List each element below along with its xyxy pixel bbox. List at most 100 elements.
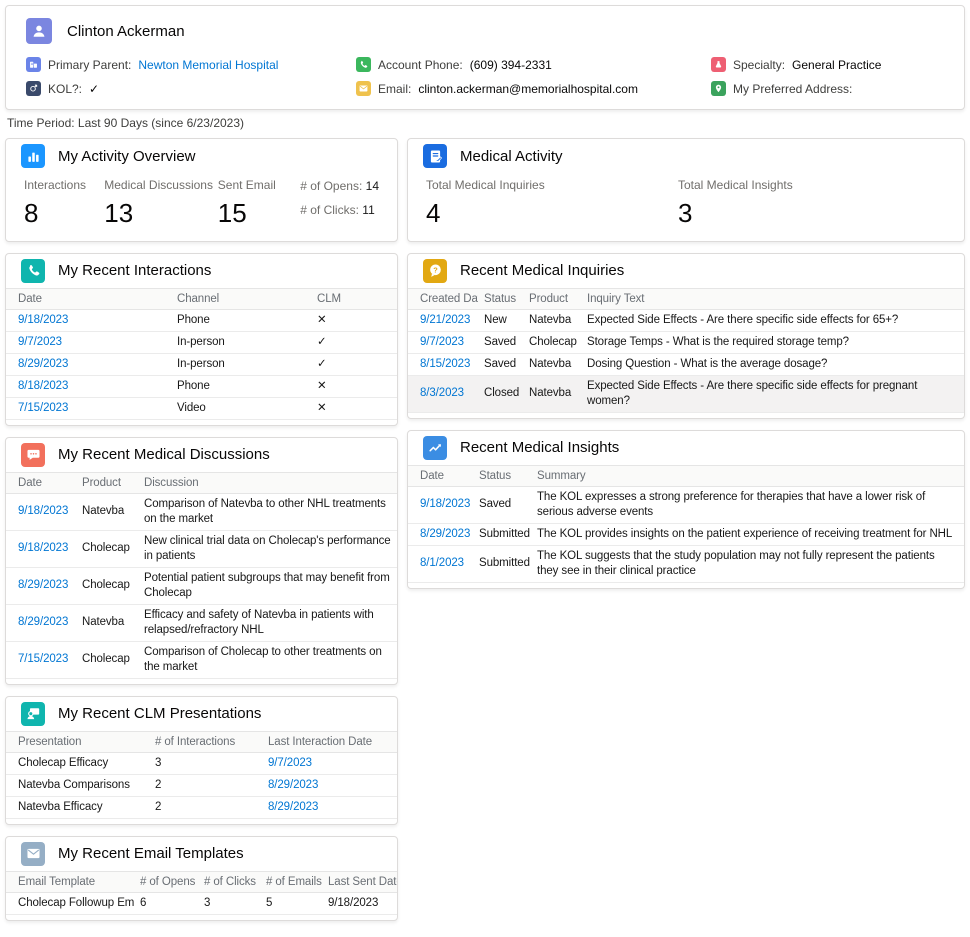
table-cell: Phone — [171, 309, 311, 331]
primary-parent-link[interactable]: Newton Memorial Hospital — [138, 58, 278, 72]
table-cell: Saved — [478, 331, 523, 353]
profile-detail-grid: Primary Parent: Newton Memorial Hospital… — [26, 57, 944, 96]
table-row: 8/29/2023NatevbaEfficacy and safety of N… — [6, 604, 397, 641]
card-title: Recent Medical Inquiries — [460, 262, 624, 279]
chat-icon — [21, 443, 45, 467]
date-link[interactable]: 9/7/2023 — [420, 336, 464, 348]
metric-value: 3 — [678, 199, 793, 228]
table-row: 8/18/2023 Phone✕ — [6, 375, 397, 397]
column-header: Summary — [531, 465, 964, 486]
date-link[interactable]: 9/7/2023 — [268, 757, 312, 769]
date-link[interactable]: 8/29/2023 — [268, 801, 318, 813]
card-recent-interactions: My Recent Interactions Date Channel CLM … — [5, 253, 398, 426]
card-title: Recent Medical Insights — [460, 439, 619, 456]
field-primary-parent: Primary Parent: Newton Memorial Hospital — [26, 57, 356, 72]
table-cell: 9/18/2023 — [408, 486, 473, 523]
date-link[interactable]: 9/18/2023 — [18, 314, 68, 326]
table-cell: Storage Temps - What is the required sto… — [581, 331, 964, 353]
column-header: CLM — [311, 288, 397, 309]
date-link[interactable]: 9/18/2023 — [18, 542, 68, 554]
column-header: # of Interactions — [149, 731, 262, 752]
table-cell: 8/29/2023 — [6, 604, 76, 641]
dashboard-page: Clinton Ackerman Primary Parent: Newton … — [0, 0, 970, 937]
table-cell: 9/18/2023 — [6, 309, 171, 331]
time-period-text: Time Period: Last 90 Days (since 6/23/20… — [7, 116, 963, 130]
table-header-row: Presentation # of Interactions Last Inte… — [6, 731, 397, 752]
table-cell: 9/7/2023 — [6, 331, 171, 353]
field-account-phone: Account Phone: (609) 394-2331 — [356, 57, 711, 72]
metric-interactions: Interactions 8 — [24, 178, 104, 228]
table-cell: Natevba — [76, 604, 138, 641]
table-row: 9/7/2023SavedCholecapStorage Temps - Wha… — [408, 331, 964, 353]
table-cell: 9/21/2023 — [408, 309, 478, 331]
svg-text:?: ? — [433, 265, 438, 274]
field-label: Specialty: — [733, 58, 785, 72]
table-cell: 8/29/2023 — [262, 796, 397, 818]
card-medical-activity: Medical Activity Total Medical Inquiries… — [407, 138, 965, 242]
table-cell: 8/29/2023 — [6, 567, 76, 604]
table-cell: Cholecap — [76, 567, 138, 604]
date-link[interactable]: 8/15/2023 — [420, 358, 470, 370]
table-cell: 5 — [260, 892, 322, 914]
inquiries-table: Created Date Status Product Inquiry Text… — [408, 288, 964, 413]
column-header: Date — [6, 472, 76, 493]
table-row: 8/29/2023In-person✓ — [6, 353, 397, 375]
table-cell: 8/29/2023 — [262, 774, 397, 796]
date-link[interactable]: 8/29/2023 — [18, 579, 68, 591]
date-link[interactable]: 8/29/2023 — [18, 358, 68, 370]
column-header: Product — [523, 288, 581, 309]
column-header: Email Template — [6, 871, 134, 892]
kol-value: ✓ — [89, 82, 99, 96]
table-cell: 9/18/2023 — [322, 892, 397, 914]
table-cell: ✓ — [311, 331, 397, 353]
medical-activity-metrics: Total Medical Inquiries 4 Total Medical … — [408, 173, 964, 241]
field-preferred-address: My Preferred Address: — [711, 81, 944, 96]
column-header: Presentation — [6, 731, 149, 752]
table-cell: Dosing Question - What is the average do… — [581, 353, 964, 375]
activity-metrics: Interactions 8 Medical Discussions 13 Se… — [6, 173, 397, 241]
account-phone-value: (609) 394-2331 — [470, 58, 552, 72]
card-title: My Recent Medical Discussions — [58, 446, 270, 463]
table-cell: Expected Side Effects - Are there specif… — [581, 309, 964, 331]
table-cell: Cholecap — [76, 641, 138, 678]
table-header-row: Date Status Summary — [408, 465, 964, 486]
date-link[interactable]: 7/15/2023 — [18, 402, 68, 414]
table-cell: Natevba — [76, 493, 138, 530]
date-link[interactable]: 9/18/2023 — [420, 498, 470, 510]
date-link[interactable]: 8/1/2023 — [420, 557, 464, 569]
card-title: My Activity Overview — [58, 148, 196, 165]
table-cell: 2 — [149, 774, 262, 796]
specialty-value: General Practice — [792, 58, 881, 72]
table-cell: Phone — [171, 375, 311, 397]
metric-value: 8 — [24, 199, 104, 228]
date-link[interactable]: 8/29/2023 — [420, 528, 470, 540]
card-recent-medical-insights: Recent Medical Insights Date Status Summ… — [407, 430, 965, 589]
date-link[interactable]: 9/7/2023 — [18, 336, 62, 348]
table-cell: The KOL suggests that the study populati… — [531, 545, 964, 582]
table-cell: ✕ — [311, 375, 397, 397]
date-link[interactable]: 8/18/2023 — [18, 380, 68, 392]
date-link[interactable]: 8/29/2023 — [268, 779, 318, 791]
table-cell: Saved — [473, 486, 531, 523]
column-header: # of Opens — [134, 871, 198, 892]
table-body: 9/18/2023Phone✕9/7/2023In-person✓8/29/20… — [6, 309, 397, 419]
date-link[interactable]: 8/3/2023 — [420, 387, 464, 399]
card-title: My Recent CLM Presentations — [58, 705, 261, 722]
date-link[interactable]: 9/18/2023 — [18, 505, 68, 517]
email-templates-table: Email Template # of Opens # of Clicks # … — [6, 871, 397, 915]
date-link[interactable]: 7/15/2023 — [18, 653, 68, 665]
column-header: Date — [408, 465, 473, 486]
field-kol: KOL?: ✓ — [26, 81, 356, 96]
table-cell: 9/7/2023 — [408, 331, 478, 353]
card-recent-clm-presentations: My Recent CLM Presentations Presentation… — [5, 696, 398, 825]
table-cell: New clinical trial data on Cholecap's pe… — [138, 530, 397, 567]
column-header: Created Date — [408, 288, 478, 309]
column-header: Status — [478, 288, 523, 309]
date-link[interactable]: 9/21/2023 — [420, 314, 470, 326]
bar-chart-icon — [21, 144, 45, 168]
card-title: Medical Activity — [460, 148, 563, 165]
column-header: Last Interaction Date — [262, 731, 397, 752]
date-link[interactable]: 8/29/2023 — [18, 616, 68, 628]
table-cell: 8/1/2023 — [408, 545, 473, 582]
table-header-row: Date Product Discussion — [6, 472, 397, 493]
